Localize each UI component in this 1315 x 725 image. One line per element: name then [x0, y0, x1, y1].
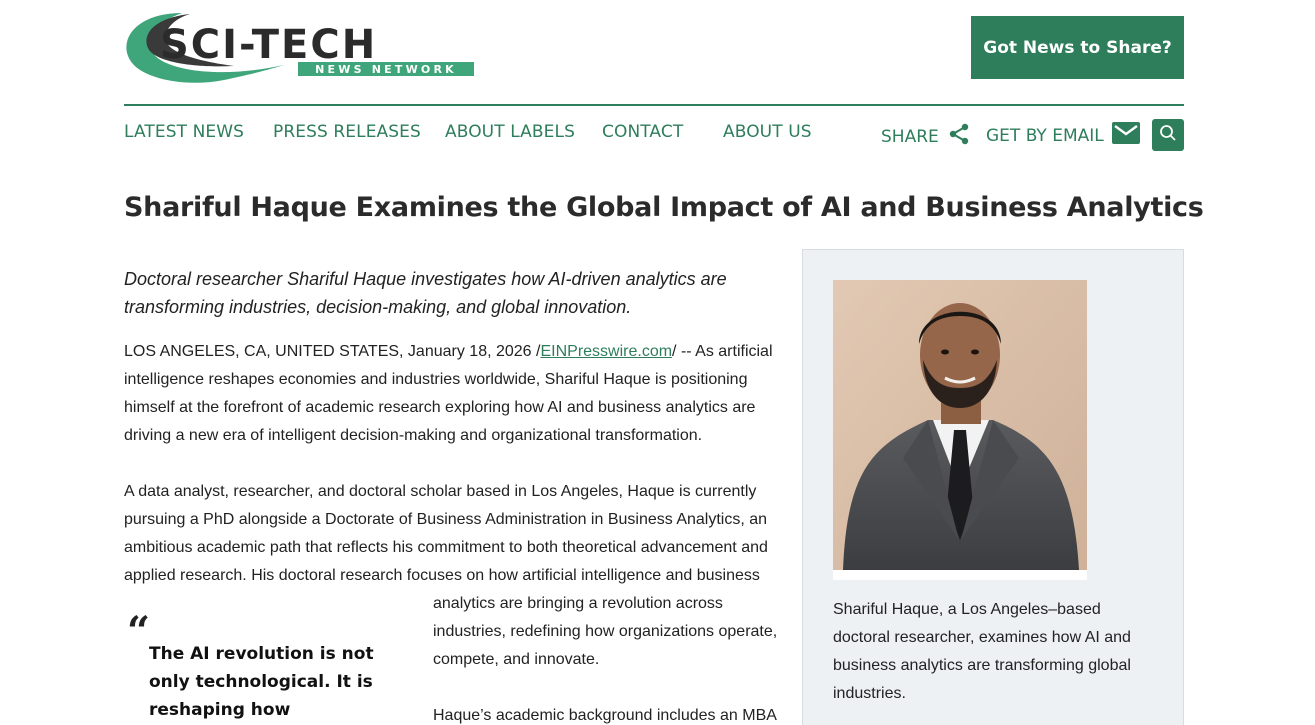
sidebar-image-card: Shariful Haque, a Los Angeles–based doct… [802, 249, 1184, 725]
article-paragraph-3: analytics are bringing a revolution acro… [433, 595, 778, 668]
nav-about-us[interactable]: ABOUT US [723, 122, 812, 142]
email-label: GET BY EMAIL [986, 125, 1104, 146]
article-paragraph-4: Haque’s academic background includes an … [433, 707, 777, 724]
got-news-button[interactable]: Got News to Share? [971, 16, 1184, 79]
nav-press-releases[interactable]: PRESS RELEASES [273, 122, 421, 142]
quote-mark-icon: “ [127, 608, 151, 655]
logo-main-text: SCI-TECH [160, 22, 377, 68]
envelope-icon [1111, 122, 1140, 149]
pull-quote: The AI revolution is not only technologi… [149, 644, 374, 720]
logo-sub-text: NEWS NETWORK [315, 63, 457, 76]
share-label: SHARE [881, 126, 939, 147]
get-by-email-button[interactable]: GET BY EMAIL [986, 122, 1140, 149]
dateline: LOS ANGELES, CA, UNITED STATES, January … [124, 343, 541, 360]
nav-latest-news[interactable]: LATEST NEWS [124, 122, 244, 142]
header-divider [124, 104, 1184, 106]
nav-about-labels[interactable]: ABOUT LABELS [445, 122, 575, 142]
article-subhead: Doctoral researcher Shariful Haque inves… [124, 269, 727, 317]
search-icon [1159, 124, 1177, 147]
nav-contact[interactable]: CONTACT [602, 122, 683, 142]
search-button[interactable] [1152, 119, 1184, 151]
share-icon [947, 122, 971, 151]
article-paragraph-2: A data analyst, researcher, and doctoral… [124, 483, 768, 584]
article-paragraph-1: LOS ANGELES, CA, UNITED STATES, January … [124, 338, 784, 450]
einpresswire-link[interactable]: EINPresswire.com [540, 343, 672, 360]
article-headline: Shariful Haque Examines the Global Impac… [124, 192, 1204, 223]
share-button[interactable]: SHARE [881, 122, 971, 151]
photo-caption: Shariful Haque, a Los Angeles–based doct… [833, 601, 1131, 702]
site-logo[interactable]: SCI-TECH NEWS NETWORK [124, 10, 474, 88]
author-photo[interactable] [833, 280, 1087, 580]
